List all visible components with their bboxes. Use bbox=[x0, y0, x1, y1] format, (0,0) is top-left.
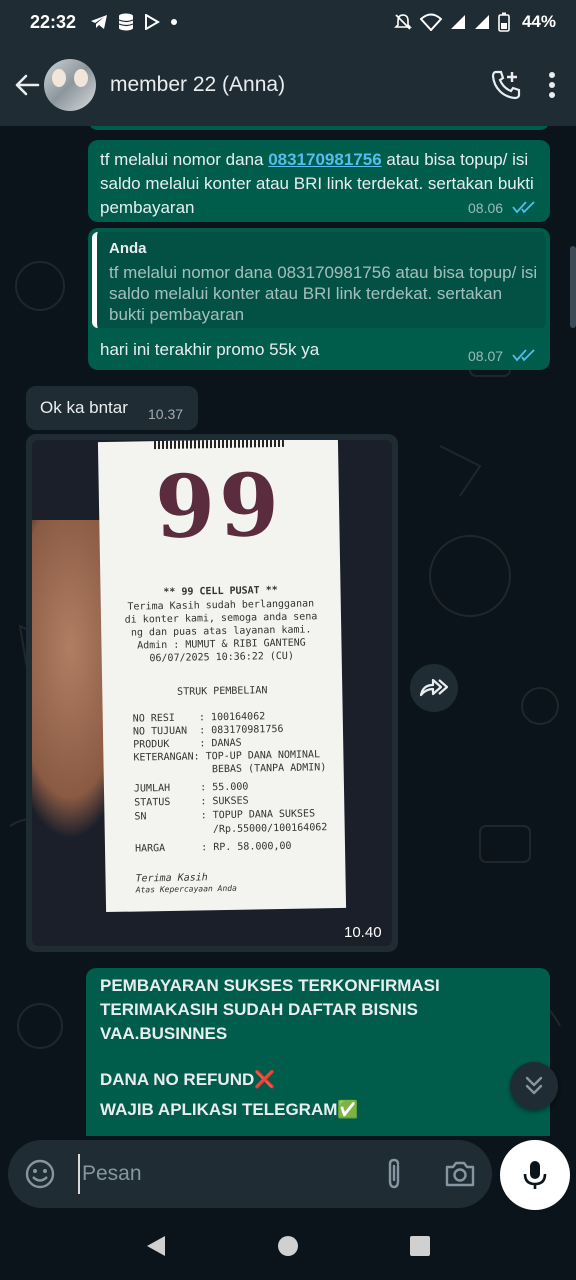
forward-icon bbox=[419, 678, 449, 697]
receipt-row: STATUS : SUKSES bbox=[134, 795, 249, 809]
message-bubble-partial[interactable] bbox=[88, 126, 550, 130]
receipt-store: ** 99 CELL PUSAT ** bbox=[163, 585, 278, 599]
chat-area[interactable]: tf melalui nomor dana 083170981756 atau … bbox=[0, 126, 576, 1136]
paperclip-icon bbox=[388, 1158, 400, 1189]
status-time: 22:32 bbox=[30, 11, 77, 32]
voice-message-button[interactable] bbox=[500, 1140, 570, 1210]
read-ticks-icon bbox=[512, 349, 535, 362]
barcode bbox=[153, 440, 285, 450]
back-arrow-icon bbox=[15, 74, 40, 96]
scroll-down-button[interactable] bbox=[510, 1062, 558, 1110]
forward-button[interactable] bbox=[410, 664, 458, 712]
receipt: 99 ** 99 CELL PUSAT ** Terima Kasih suda… bbox=[97, 440, 347, 913]
microphone-icon bbox=[523, 1161, 547, 1189]
battery-icon bbox=[498, 12, 510, 32]
message-bubble-outgoing[interactable]: PEMBAYARAN SUKSES TERKONFIRMASI TERIMAKA… bbox=[86, 968, 550, 1136]
receipt-row: HARGA : RP. 58.000,00 bbox=[134, 840, 292, 855]
more-vert-icon[interactable] bbox=[548, 71, 556, 99]
status-bar: 22:32 44% bbox=[0, 0, 576, 44]
quote-text: tf melalui nomor dana 083170981756 atau … bbox=[109, 263, 538, 324]
message-text: hari ini terakhir promo 55k ya bbox=[100, 340, 320, 359]
message-bubble-incoming[interactable]: Ok ka bntar 10.37 bbox=[26, 386, 198, 430]
double-chevron-down-icon bbox=[525, 1076, 543, 1095]
back-button[interactable] bbox=[6, 64, 48, 106]
message-line: PEMBAYARAN SUKSES TERKONFIRMASI bbox=[100, 976, 440, 995]
message-time: 10.37 bbox=[148, 406, 184, 422]
message-line: TERIMAKASIH SUDAH DAFTAR BISNIS bbox=[100, 1000, 418, 1019]
quote-author: Anda bbox=[109, 240, 147, 257]
receipt-logo: 99 bbox=[154, 454, 284, 559]
message-time: 10.40 bbox=[344, 924, 382, 941]
phone-link[interactable]: 083170981756 bbox=[268, 150, 381, 169]
message-time: 08.06 bbox=[468, 200, 504, 216]
message-bubble-outgoing[interactable]: tf melalui nomor dana 083170981756 atau … bbox=[88, 140, 550, 222]
contact-name[interactable]: member 22 (Anna) bbox=[110, 73, 285, 97]
message-input-bar bbox=[8, 1140, 492, 1208]
read-ticks-icon bbox=[512, 201, 535, 214]
message-line: VAA.BUSINNES bbox=[100, 1024, 228, 1043]
message-time: 08.07 bbox=[468, 348, 504, 364]
receipt-row: NO TUJUAN : 083170981756 bbox=[132, 723, 284, 738]
receipt-footer: Terima Kasih bbox=[135, 872, 208, 885]
emoji-icon bbox=[25, 1159, 55, 1189]
nav-home-icon bbox=[278, 1236, 298, 1256]
message-bubble-outgoing[interactable]: Anda tf melalui nomor dana 083170981756 … bbox=[88, 228, 550, 370]
battery-percent: 44% bbox=[521, 12, 556, 31]
receipt-photo[interactable]: 99 ** 99 CELL PUSAT ** Terima Kasih suda… bbox=[32, 440, 392, 946]
mute-icon bbox=[394, 14, 412, 30]
chat-header: member 22 (Anna) bbox=[0, 44, 576, 126]
add-call-icon[interactable] bbox=[490, 69, 522, 101]
nav-recents-button[interactable] bbox=[400, 1226, 440, 1266]
system-nav-bar bbox=[0, 1212, 576, 1280]
receipt-footer: Atas Kepercayaan Anda bbox=[135, 883, 237, 895]
database-icon bbox=[118, 13, 134, 31]
receipt-row: PRODUK : DANAS bbox=[133, 737, 242, 751]
receipt-row: /Rp.55000/100164062 bbox=[134, 822, 328, 837]
camera-button[interactable] bbox=[440, 1154, 480, 1194]
quoted-message[interactable]: Anda tf melalui nomor dana 083170981756 … bbox=[92, 232, 546, 328]
message-line: DANA NO REFUND❌ bbox=[100, 1070, 276, 1089]
nav-recents-icon bbox=[410, 1236, 430, 1256]
message-line: WAJIB APLIKASI TELEGRAM✅ bbox=[100, 1100, 359, 1119]
receipt-heading: STRUK PEMBELIAN bbox=[177, 685, 268, 698]
receipt-row: SN : TOPUP DANA SUKSES bbox=[134, 808, 316, 823]
message-text: Ok ka bntar bbox=[40, 398, 128, 417]
nav-back-icon bbox=[147, 1236, 165, 1256]
nav-back-button[interactable] bbox=[136, 1226, 176, 1266]
wifi-icon bbox=[419, 13, 442, 31]
dot-icon bbox=[171, 19, 178, 25]
receipt-row: BEBAS (TANPA ADMIN) bbox=[133, 762, 327, 777]
receipt-row: KETERANGAN: TOP-UP DANA NOMINAL bbox=[133, 749, 321, 764]
receipt-row: JUMLAH : 55.000 bbox=[133, 781, 249, 795]
telegram-icon bbox=[91, 15, 108, 29]
receipt-row: NO RESI : 100164062 bbox=[132, 711, 266, 725]
receipt-line: 06/07/2025 10:36:22 (CU) bbox=[149, 650, 295, 665]
emoji-button[interactable] bbox=[20, 1154, 60, 1194]
signal-icon bbox=[450, 15, 465, 29]
message-input[interactable] bbox=[78, 1154, 368, 1194]
avatar[interactable] bbox=[44, 59, 96, 111]
signal-icon bbox=[474, 15, 489, 29]
play-store-icon bbox=[145, 14, 161, 30]
attach-button[interactable] bbox=[374, 1154, 414, 1194]
camera-icon bbox=[445, 1161, 475, 1187]
nav-home-button[interactable] bbox=[268, 1226, 308, 1266]
scrollbar[interactable] bbox=[570, 246, 576, 328]
